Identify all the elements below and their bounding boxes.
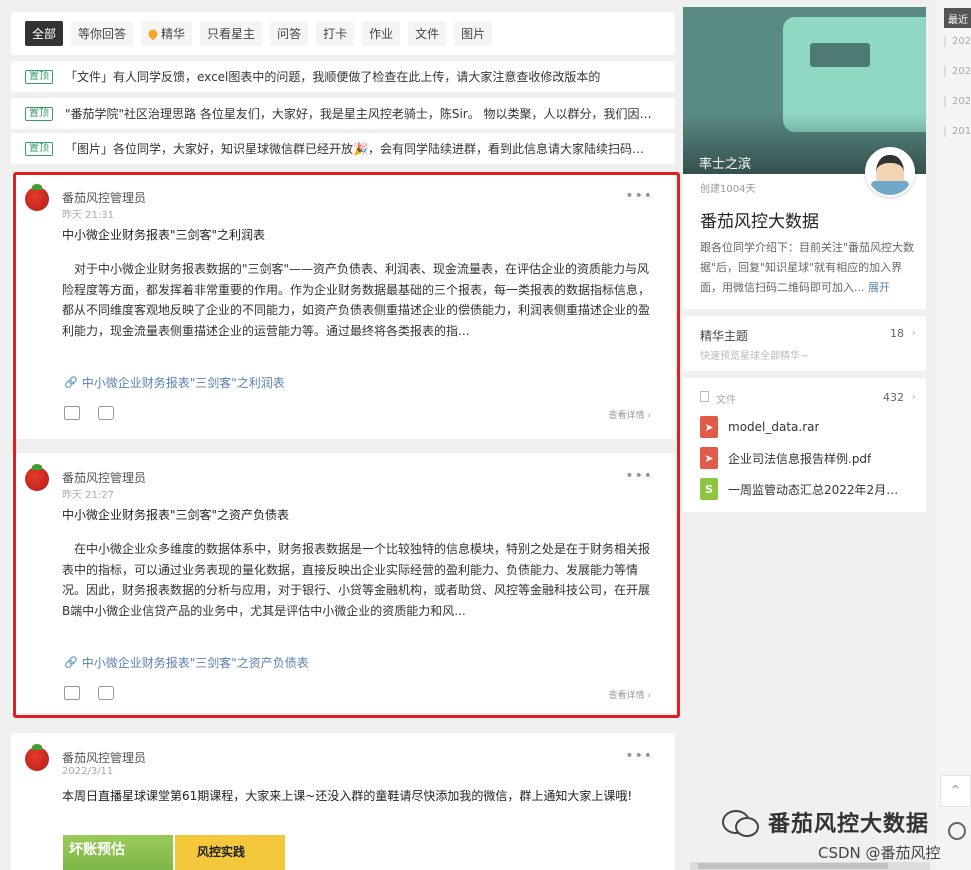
chevron-right-icon: ›	[911, 326, 916, 339]
post-time: 昨天 21:31	[62, 210, 114, 221]
featured-subtitle: 快速预览星球全部精华~	[700, 351, 809, 362]
article-link[interactable]: 🔗 中小微企业财务报表"三剑客"之利润表	[64, 374, 285, 391]
arrow-up-icon: ⌃	[949, 783, 962, 799]
scrollbar-thumb[interactable]	[698, 863, 888, 869]
like-icon[interactable]	[64, 686, 80, 700]
group-info-card: 率士之滨 创建1004天 番茄风控大数据 跟各位同学介绍下：目前关注"番茄风控大…	[683, 7, 926, 309]
post-time: 昨天 21:27	[62, 490, 114, 501]
expand-link[interactable]: 展开	[868, 281, 890, 294]
post-title: 中小微企业财务报表"三剑客"之资产负债表	[62, 508, 290, 522]
pinned-text: 「文件」有人同学反馈，excel图表中的问题，我顺便做了检查在此上传，请大家注意…	[65, 70, 601, 84]
pinned-item[interactable]: 置顶 「文件」有人同学反馈，excel图表中的问题，我顺便做了检查在此上传，请大…	[11, 61, 675, 92]
heart-icon	[146, 27, 160, 40]
view-detail-link[interactable]: 查看详情 ›	[609, 688, 651, 701]
post-author[interactable]: 番茄风控管理员	[62, 469, 146, 486]
post-card: 番茄风控管理员 昨天 21:27 ••• 中小微企业财务报表"三剑客"之资产负债…	[11, 453, 675, 713]
files-box: 文件 432 › ➤ model_data.rar ➤ 企业司法信息报告样例.p…	[683, 378, 926, 512]
group-description: 跟各位同学介绍下：目前关注"番茄风控大数据"后，回复"知识星球"就有相应的加入界…	[700, 241, 915, 294]
more-icon[interactable]: •••	[625, 748, 653, 764]
timeline-year[interactable]: 2021	[944, 66, 971, 77]
chevron-right-icon[interactable]: ›	[912, 390, 916, 403]
comment-icon[interactable]	[98, 406, 114, 420]
group-name: 番茄风控大数据	[700, 212, 819, 232]
tab-waiting-answer[interactable]: 等你回答	[71, 21, 134, 46]
spreadsheet-file-icon: S	[700, 478, 718, 500]
post-author[interactable]: 番茄风控管理员	[62, 749, 146, 766]
featured-topics-box[interactable]: 精华主题 18 › 快速预览星球全部精华~	[683, 316, 926, 371]
tab-owner-only[interactable]: 只看星主	[200, 21, 263, 46]
tab-qa[interactable]: 问答	[270, 21, 309, 46]
back-to-top-button[interactable]: ⌃	[940, 775, 971, 807]
tab-images[interactable]: 图片	[454, 21, 493, 46]
post-image[interactable]: 风控实践	[175, 835, 285, 870]
owner-avatar[interactable]	[865, 147, 915, 197]
pinned-text: "番茄学院"社区治理思路 各位星友们，大家好，我是星主风控老骑士，陈Sir。 物…	[65, 107, 655, 121]
help-icon[interactable]	[948, 822, 966, 840]
timeline-year[interactable]: 2019	[944, 126, 971, 137]
file-item[interactable]: ➤ model_data.rar	[700, 416, 819, 438]
tab-checkin[interactable]: 打卡	[316, 21, 355, 46]
more-icon[interactable]: •••	[625, 468, 653, 484]
avatar[interactable]	[25, 184, 49, 211]
tab-homework[interactable]: 作业	[362, 21, 401, 46]
wechat-icon	[722, 808, 760, 837]
pinned-item[interactable]: 置顶 "番茄学院"社区治理思路 各位星友们，大家好，我是星主风控老骑士，陈Sir…	[11, 98, 675, 129]
timeline-year[interactable]: 2022	[944, 36, 971, 47]
post-card: 番茄风控管理员 昨天 21:31 ••• 中小微企业财务报表"三剑客"之利润表 …	[11, 173, 675, 439]
post-body: 在中小微企业众多维度的数据体系中，财务报表数据是一个比较独特的信息模块，特别之处…	[62, 542, 651, 618]
article-link[interactable]: 🔗 中小微企业财务报表"三剑客"之资产负债表	[64, 654, 309, 671]
file-item[interactable]: ➤ 企业司法信息报告样例.pdf	[700, 447, 871, 469]
view-detail-link[interactable]: 查看详情 ›	[609, 408, 651, 421]
pinned-badge: 置顶	[25, 106, 53, 121]
post-body: 对于中小微企业财务报表数据的"三剑客"——资产负债表、利润表、现金流量表，在评估…	[62, 262, 651, 338]
pinned-text: 「图片」各位同学，大家好，知识星球微信群已经开放🎉，会有同学陆续进群，看到此信息…	[65, 142, 655, 156]
files-title: 文件	[716, 395, 736, 406]
files-count: 432	[883, 391, 904, 404]
link-icon: 🔗	[64, 656, 78, 669]
pinned-badge: 置顶	[25, 141, 53, 156]
featured-title: 精华主题	[700, 329, 749, 343]
timeline-recent[interactable]: 最近	[944, 8, 971, 28]
like-icon[interactable]	[64, 406, 80, 420]
csdn-watermark: CSDN @番茄风控	[818, 844, 941, 862]
post-card: 番茄风控管理员 2022/3/11 ••• 本周日直播星球课堂第61期课程，大家…	[11, 733, 675, 870]
post-title: 中小微企业财务报表"三剑客"之利润表	[62, 228, 266, 242]
tab-files[interactable]: 文件	[408, 21, 447, 46]
link-icon: 🔗	[64, 376, 78, 389]
filter-bar: 全部 等你回答 精华 只看星主 问答 打卡 作业 文件 图片	[11, 12, 675, 55]
rar-file-icon: ➤	[700, 416, 718, 438]
timeline-year[interactable]: 2020	[944, 96, 971, 107]
pinned-badge: 置顶	[25, 69, 53, 84]
tab-all[interactable]: 全部	[25, 21, 64, 46]
featured-count: 18	[890, 327, 904, 340]
avatar[interactable]	[25, 744, 49, 771]
pdf-file-icon: ➤	[700, 447, 718, 469]
created-days: 创建1004天	[700, 184, 756, 195]
file-icon	[700, 391, 709, 402]
cover-name: 率士之滨	[699, 157, 752, 172]
tab-featured[interactable]: 精华	[141, 21, 193, 46]
post-image[interactable]: 坏账预估	[63, 835, 173, 870]
comment-icon[interactable]	[98, 686, 114, 700]
more-icon[interactable]: •••	[625, 188, 653, 204]
avatar[interactable]	[25, 464, 49, 491]
main-feed: 全部 等你回答 精华 只看星主 问答 打卡 作业 文件 图片 置顶 「文件」有人…	[0, 0, 685, 870]
post-body: 本周日直播星球课堂第61期课程，大家来上课~还没入群的童鞋请尽快添加我的微信，群…	[62, 789, 633, 803]
post-author[interactable]: 番茄风控管理员	[62, 189, 146, 206]
horizontal-scrollbar[interactable]	[690, 862, 930, 870]
post-time: 2022/3/11	[62, 766, 114, 777]
pinned-item[interactable]: 置顶 「图片」各位同学，大家好，知识星球微信群已经开放🎉，会有同学陆续进群，看到…	[11, 133, 675, 164]
file-item[interactable]: S 一周监管动态汇总2022年2月第9...	[700, 478, 908, 500]
watermark: 番茄风控大数据	[722, 806, 929, 838]
